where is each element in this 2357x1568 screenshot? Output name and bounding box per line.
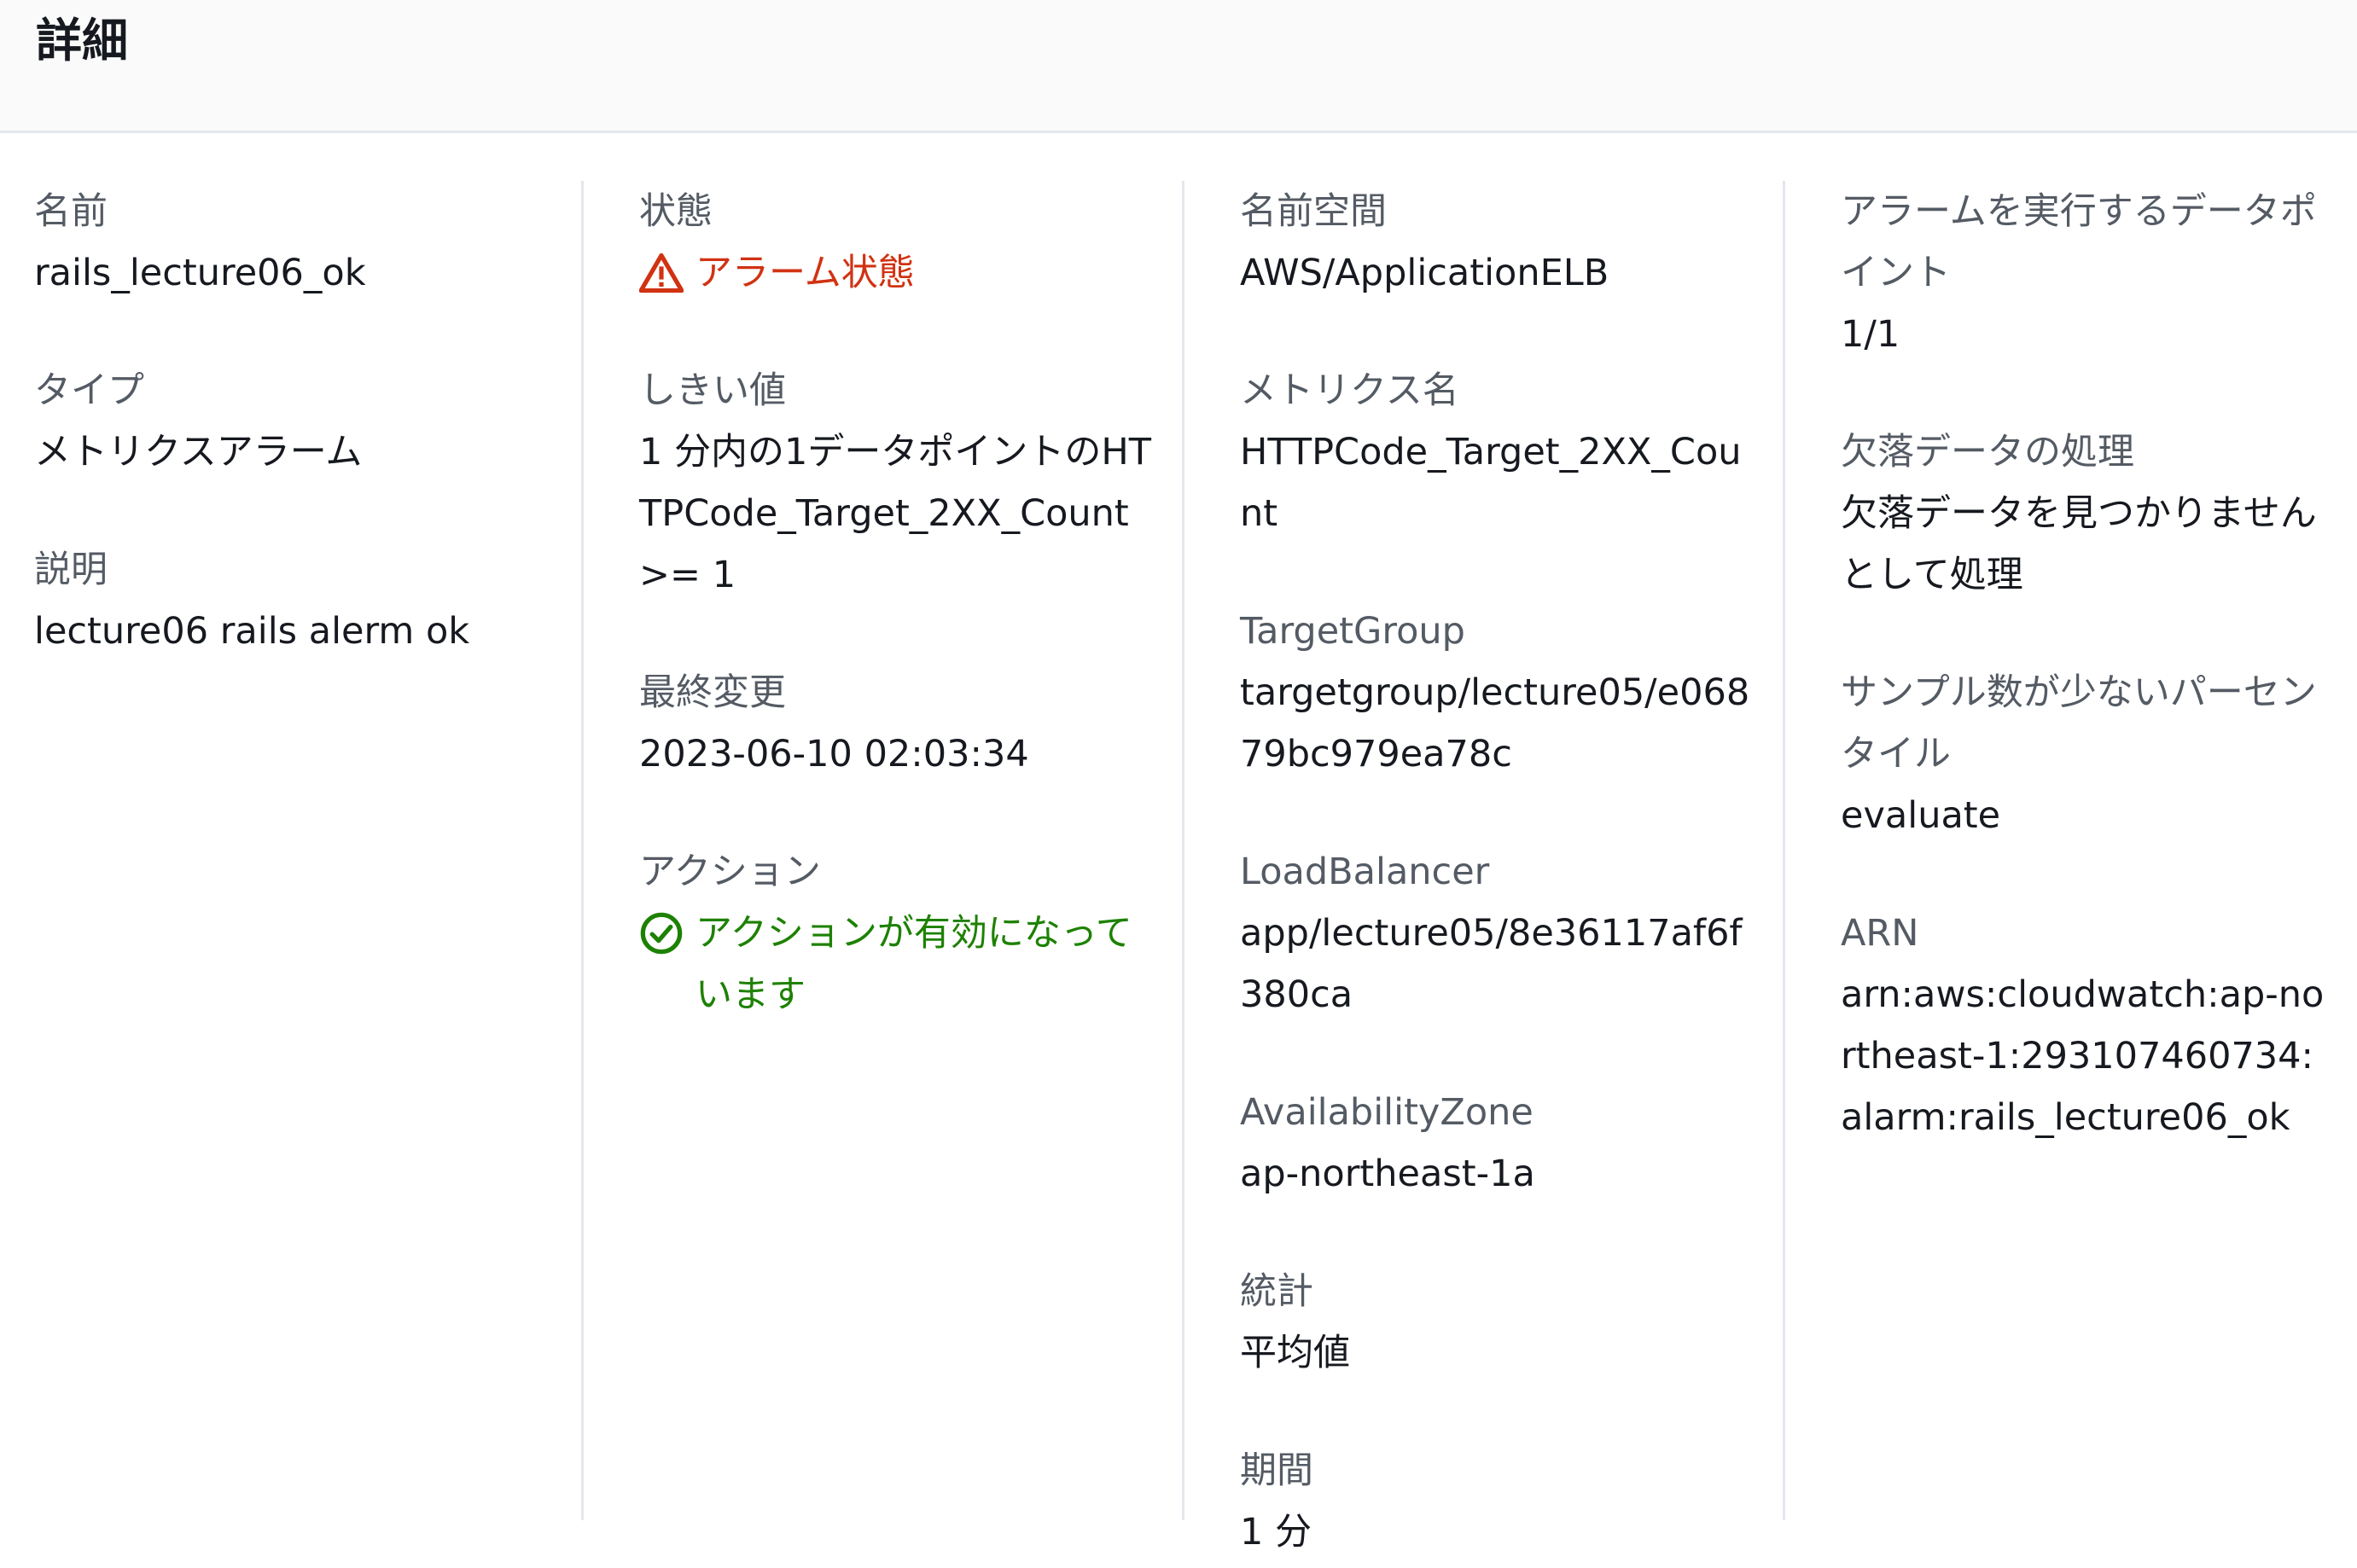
field-value: 2023-06-10 02:03:34 bbox=[639, 733, 1029, 775]
field-label: 状態 bbox=[639, 190, 713, 233]
field-description: 説明 lecture06 rails alerm ok bbox=[34, 539, 556, 662]
details-column-3: 名前空間 AWS/ApplicationELB メトリクス名 HTTPCode_… bbox=[1182, 181, 1783, 1553]
field-value: app/lecture05/8e36117af6f380ca bbox=[1240, 912, 1743, 1016]
panel-header: 詳細 bbox=[0, 0, 2357, 133]
field-label: メトリクス名 bbox=[1240, 369, 1459, 412]
field-threshold: しきい値 1 分内の1データポイントのHTTPCode_Target_2XX_C… bbox=[639, 360, 1156, 606]
field-value: 1 分内の1データポイントのHTTPCode_Target_2XX_Count … bbox=[639, 431, 1151, 596]
field-label: 最終変更 bbox=[639, 671, 786, 714]
field-value: メトリクスアラーム bbox=[34, 431, 363, 473]
field-load-balancer: LoadBalancer app/lecture05/8e36117af6f38… bbox=[1240, 841, 1757, 1025]
field-value: AWS/ApplicationELB bbox=[1240, 252, 1609, 294]
field-label: 統計 bbox=[1240, 1270, 1313, 1313]
field-label: タイプ bbox=[34, 369, 144, 412]
field-type: タイプ メトリクスアラーム bbox=[34, 360, 556, 483]
alarm-details-panel: 詳細 名前 rails_lecture06_ok タイプ メトリクスアラーム 説… bbox=[0, 0, 2357, 1568]
field-metric-name: メトリクス名 HTTPCode_Target_2XX_Count bbox=[1240, 360, 1757, 544]
field-label: 期間 bbox=[1240, 1449, 1313, 1492]
field-value: 平均値 bbox=[1240, 1332, 1350, 1374]
field-label: ARN bbox=[1841, 912, 1919, 955]
field-label: アクション bbox=[639, 851, 821, 893]
field-availability-zone: AvailabilityZone ap-northeast-1a bbox=[1240, 1082, 1757, 1205]
field-last-change: 最終変更 2023-06-10 02:03:34 bbox=[639, 662, 1156, 785]
field-namespace: 名前空間 AWS/ApplicationELB bbox=[1240, 181, 1757, 304]
field-label: 説明 bbox=[34, 549, 108, 591]
field-label: アラームを実行するデータポイント bbox=[1841, 190, 2317, 294]
field-actions: アクション アクションが有効になっています bbox=[639, 841, 1156, 1025]
field-state: 状態 アラーム状態 bbox=[639, 181, 1156, 304]
field-value: evaluate bbox=[1841, 794, 2001, 837]
field-missing-data: 欠落データの処理 欠落データを見つかりませんとして処理 bbox=[1841, 421, 2331, 606]
field-label: 名前空間 bbox=[1240, 190, 1387, 233]
field-value: arn:aws:cloudwatch:ap-northeast-1:293107… bbox=[1841, 973, 2325, 1139]
field-arn: ARN arn:aws:cloudwatch:ap-northeast-1:29… bbox=[1841, 903, 2331, 1148]
field-datapoints-to-alarm: アラームを実行するデータポイント 1/1 bbox=[1841, 181, 2331, 365]
field-value: rails_lecture06_ok bbox=[34, 252, 366, 294]
details-columns: 名前 rails_lecture06_ok タイプ メトリクスアラーム 説明 l… bbox=[0, 133, 2357, 1553]
actions-status: アクションが有効になっています bbox=[639, 903, 1156, 1025]
field-value: targetgroup/lecture05/e06879bc979ea78c bbox=[1240, 671, 1750, 775]
field-label: LoadBalancer bbox=[1240, 851, 1490, 893]
field-statistic: 統計 平均値 bbox=[1240, 1261, 1757, 1384]
field-label: AvailabilityZone bbox=[1240, 1091, 1534, 1134]
field-value: HTTPCode_Target_2XX_Count bbox=[1240, 431, 1742, 535]
field-label: サンプル数が少ないパーセンタイル bbox=[1841, 671, 2317, 775]
alarm-status-text: アラーム状態 bbox=[695, 252, 915, 294]
check-circle-icon bbox=[640, 912, 683, 955]
field-value: 欠落データを見つかりませんとして処理 bbox=[1841, 492, 2317, 596]
field-value: 1 分 bbox=[1240, 1511, 1312, 1553]
panel-title: 詳細 bbox=[36, 14, 128, 67]
field-label: TargetGroup bbox=[1240, 610, 1465, 653]
field-target-group: TargetGroup targetgroup/lecture05/e06879… bbox=[1240, 601, 1757, 785]
details-column-1: 名前 rails_lecture06_ok タイプ メトリクスアラーム 説明 l… bbox=[0, 181, 581, 1520]
warning-triangle-icon bbox=[639, 253, 684, 293]
details-column-2: 状態 アラーム状態 しきい値 1 分内の1データポイントのHTTPCode_Ta… bbox=[581, 181, 1182, 1520]
field-label: しきい値 bbox=[639, 369, 786, 412]
details-column-4: アラームを実行するデータポイント 1/1 欠落データの処理 欠落データを見つかり… bbox=[1783, 181, 2357, 1520]
field-period: 期間 1 分 bbox=[1240, 1440, 1757, 1563]
alarm-status: アラーム状態 bbox=[639, 242, 1156, 304]
actions-status-text: アクションが有効になっています bbox=[695, 912, 1132, 1016]
field-label: 欠落データの処理 bbox=[1841, 431, 2134, 473]
field-label: 名前 bbox=[34, 190, 108, 233]
field-value: 1/1 bbox=[1841, 313, 1900, 356]
field-name: 名前 rails_lecture06_ok bbox=[34, 181, 556, 304]
field-value: lecture06 rails alerm ok bbox=[34, 610, 470, 653]
field-value: ap-northeast-1a bbox=[1240, 1153, 1535, 1195]
field-low-sample-percentiles: サンプル数が少ないパーセンタイル evaluate bbox=[1841, 662, 2331, 846]
